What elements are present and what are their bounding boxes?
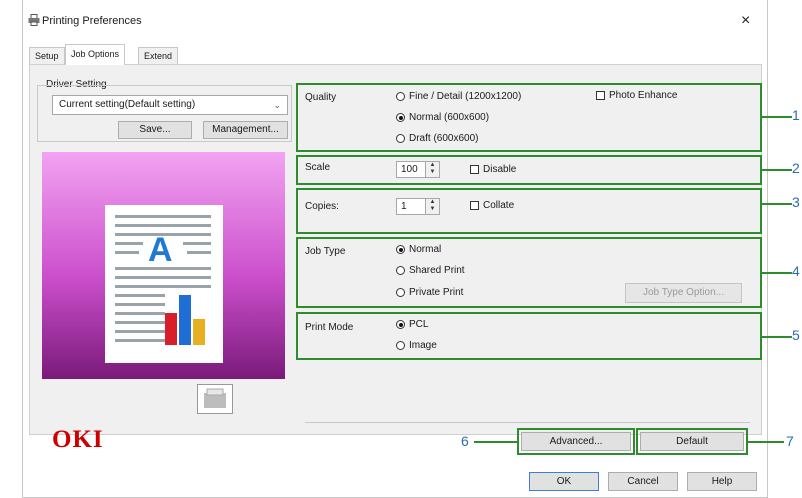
copies-label: Copies: [305, 201, 339, 212]
quality-fine-radio[interactable] [396, 92, 405, 101]
default-button[interactable]: Default [640, 432, 744, 451]
quality-normal-radio[interactable] [396, 113, 405, 122]
quality-draft-label: Draft (600x600) [409, 133, 479, 144]
photo-enhance-label: Photo Enhance [609, 90, 678, 101]
tab-setup[interactable]: Setup [29, 47, 65, 64]
job-type-label: Job Type [305, 246, 346, 257]
advanced-button[interactable]: Advanced... [521, 432, 631, 451]
copies-value: 1 [401, 201, 407, 212]
save-button[interactable]: Save... [118, 121, 192, 139]
callout-6: 6 [461, 433, 469, 449]
driver-setting-select[interactable]: Current setting(Default setting) ⌄ [52, 95, 288, 115]
quality-draft-radio[interactable] [396, 134, 405, 143]
scale-value: 100 [401, 164, 418, 175]
scale-spinner[interactable]: 100 ▲ ▼ [396, 161, 440, 178]
driver-setting-value: Current setting(Default setting) [59, 99, 196, 110]
print-mode-image-label: Image [409, 340, 437, 351]
management-button[interactable]: Management... [203, 121, 288, 139]
printer-preview-icon [197, 384, 233, 414]
disable-label: Disable [483, 164, 517, 175]
spin-arrows-icon[interactable]: ▲ ▼ [425, 199, 439, 214]
collate-checkbox[interactable] [470, 201, 479, 210]
quality-highlight-box [296, 83, 762, 152]
print-mode-pcl-label: PCL [409, 319, 429, 330]
scale-highlight-box [296, 155, 762, 185]
close-button[interactable]: × [741, 12, 750, 30]
callout-line-2 [762, 169, 792, 171]
copies-highlight-box [296, 188, 762, 234]
callout-line-7 [748, 441, 784, 443]
callout-line-6 [474, 441, 517, 443]
window-title: Printing Preferences [42, 15, 142, 27]
help-button[interactable]: Help [687, 472, 757, 491]
callout-line-4 [762, 272, 792, 274]
job-type-option-button[interactable]: Job Type Option... [625, 283, 742, 303]
cancel-button[interactable]: Cancel [608, 472, 678, 491]
copies-spinner[interactable]: 1 ▲ ▼ [396, 198, 440, 215]
disable-checkbox[interactable] [470, 165, 479, 174]
callout-5: 5 [792, 327, 800, 343]
chevron-down-icon: ⌄ [273, 100, 281, 110]
callout-3: 3 [792, 194, 800, 210]
print-mode-label: Print Mode [305, 322, 354, 333]
tab-job-options[interactable]: Job Options [65, 44, 126, 65]
quality-normal-label: Normal (600x600) [409, 112, 490, 123]
tab-extend[interactable]: Extend [138, 47, 179, 64]
quality-label: Quality [305, 92, 337, 103]
scale-label: Scale [305, 162, 331, 173]
printer-icon [28, 14, 40, 26]
quality-fine-label: Fine / Detail (1200x1200) [409, 91, 522, 102]
photo-enhance-checkbox[interactable] [596, 91, 605, 100]
print-mode-image-radio[interactable] [396, 341, 405, 350]
spin-arrows-icon[interactable]: ▲ ▼ [425, 162, 439, 177]
callout-2: 2 [792, 160, 800, 176]
callout-line-3 [762, 203, 792, 205]
callout-7: 7 [786, 433, 794, 449]
separator [305, 422, 750, 423]
callout-1: 1 [792, 107, 800, 123]
callout-line-1 [762, 116, 792, 118]
job-type-private-radio[interactable] [396, 288, 405, 297]
job-type-normal-radio[interactable] [396, 245, 405, 254]
job-type-shared-label: Shared Print [409, 265, 465, 276]
print-mode-highlight-box [296, 312, 762, 360]
job-type-private-label: Private Print [409, 287, 464, 298]
ok-button[interactable]: OK [529, 472, 599, 491]
print-mode-pcl-radio[interactable] [396, 320, 405, 329]
collate-label: Collate [483, 200, 515, 211]
job-type-normal-label: Normal [409, 244, 442, 255]
callout-line-5 [762, 336, 792, 338]
oki-logo: OKI [52, 426, 104, 453]
callout-4: 4 [792, 263, 800, 279]
document-preview-icon: A [105, 205, 223, 363]
job-type-shared-radio[interactable] [396, 266, 405, 275]
